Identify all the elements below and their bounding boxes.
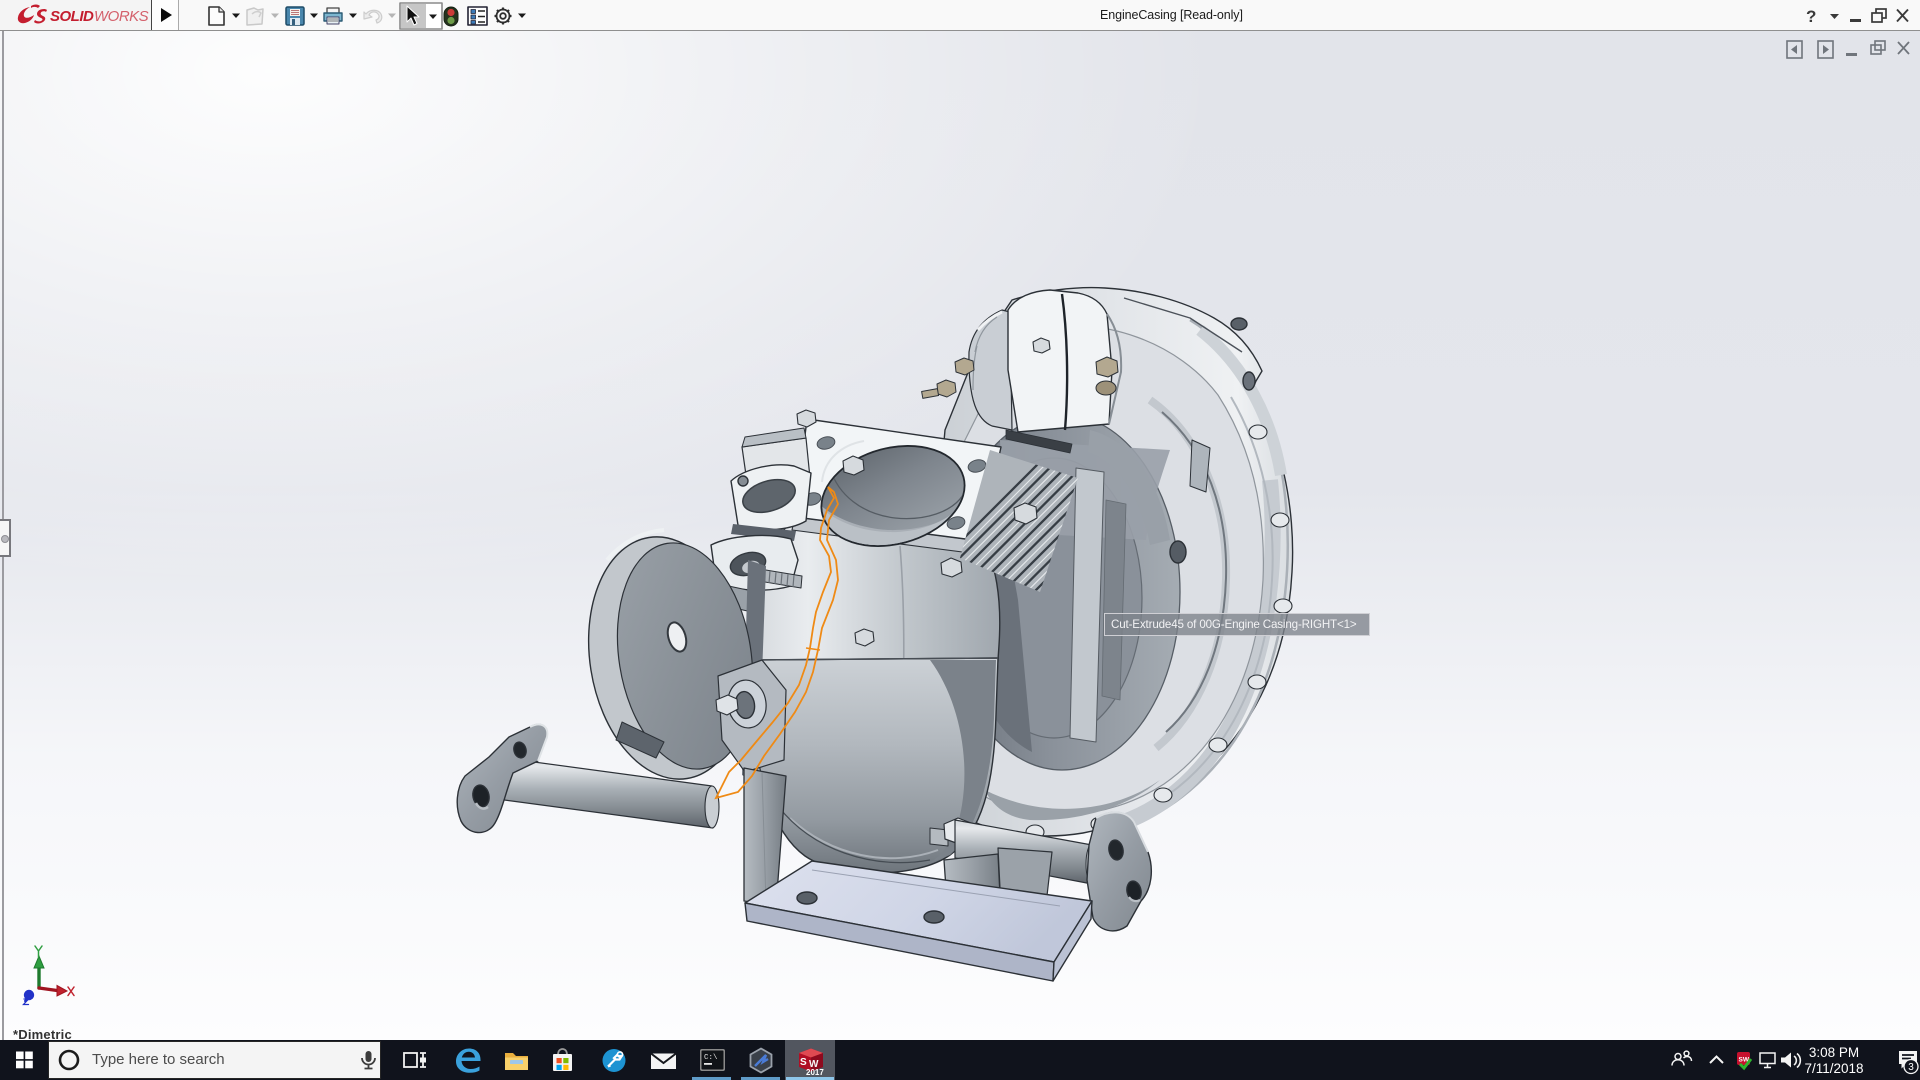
svg-text:3: 3 bbox=[1908, 1062, 1914, 1073]
svg-text:SOLID: SOLID bbox=[50, 8, 94, 25]
svg-text:?: ? bbox=[1806, 7, 1816, 26]
svg-text:C:\: C:\ bbox=[704, 1054, 718, 1062]
svg-text:2017: 2017 bbox=[806, 1068, 824, 1077]
svg-text:S: S bbox=[800, 1057, 807, 1068]
svg-text:WORKS: WORKS bbox=[94, 8, 149, 25]
